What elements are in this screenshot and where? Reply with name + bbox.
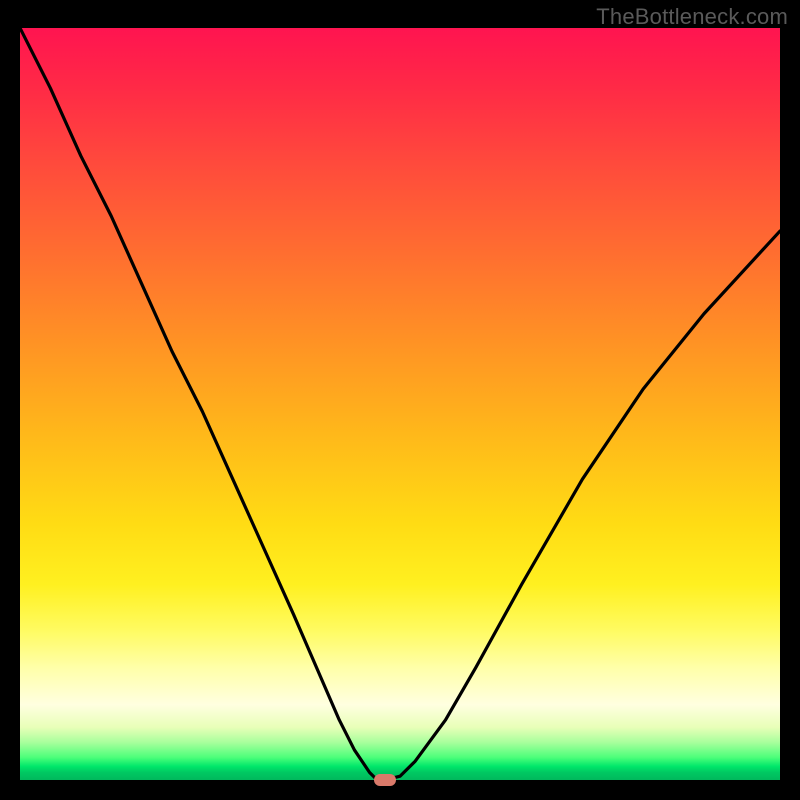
watermark-text: TheBottleneck.com [596,4,788,30]
minimum-marker [374,774,396,786]
curve-path [20,28,780,780]
chart-frame: TheBottleneck.com [0,0,800,800]
plot-area [20,28,780,780]
bottleneck-curve [20,28,780,780]
